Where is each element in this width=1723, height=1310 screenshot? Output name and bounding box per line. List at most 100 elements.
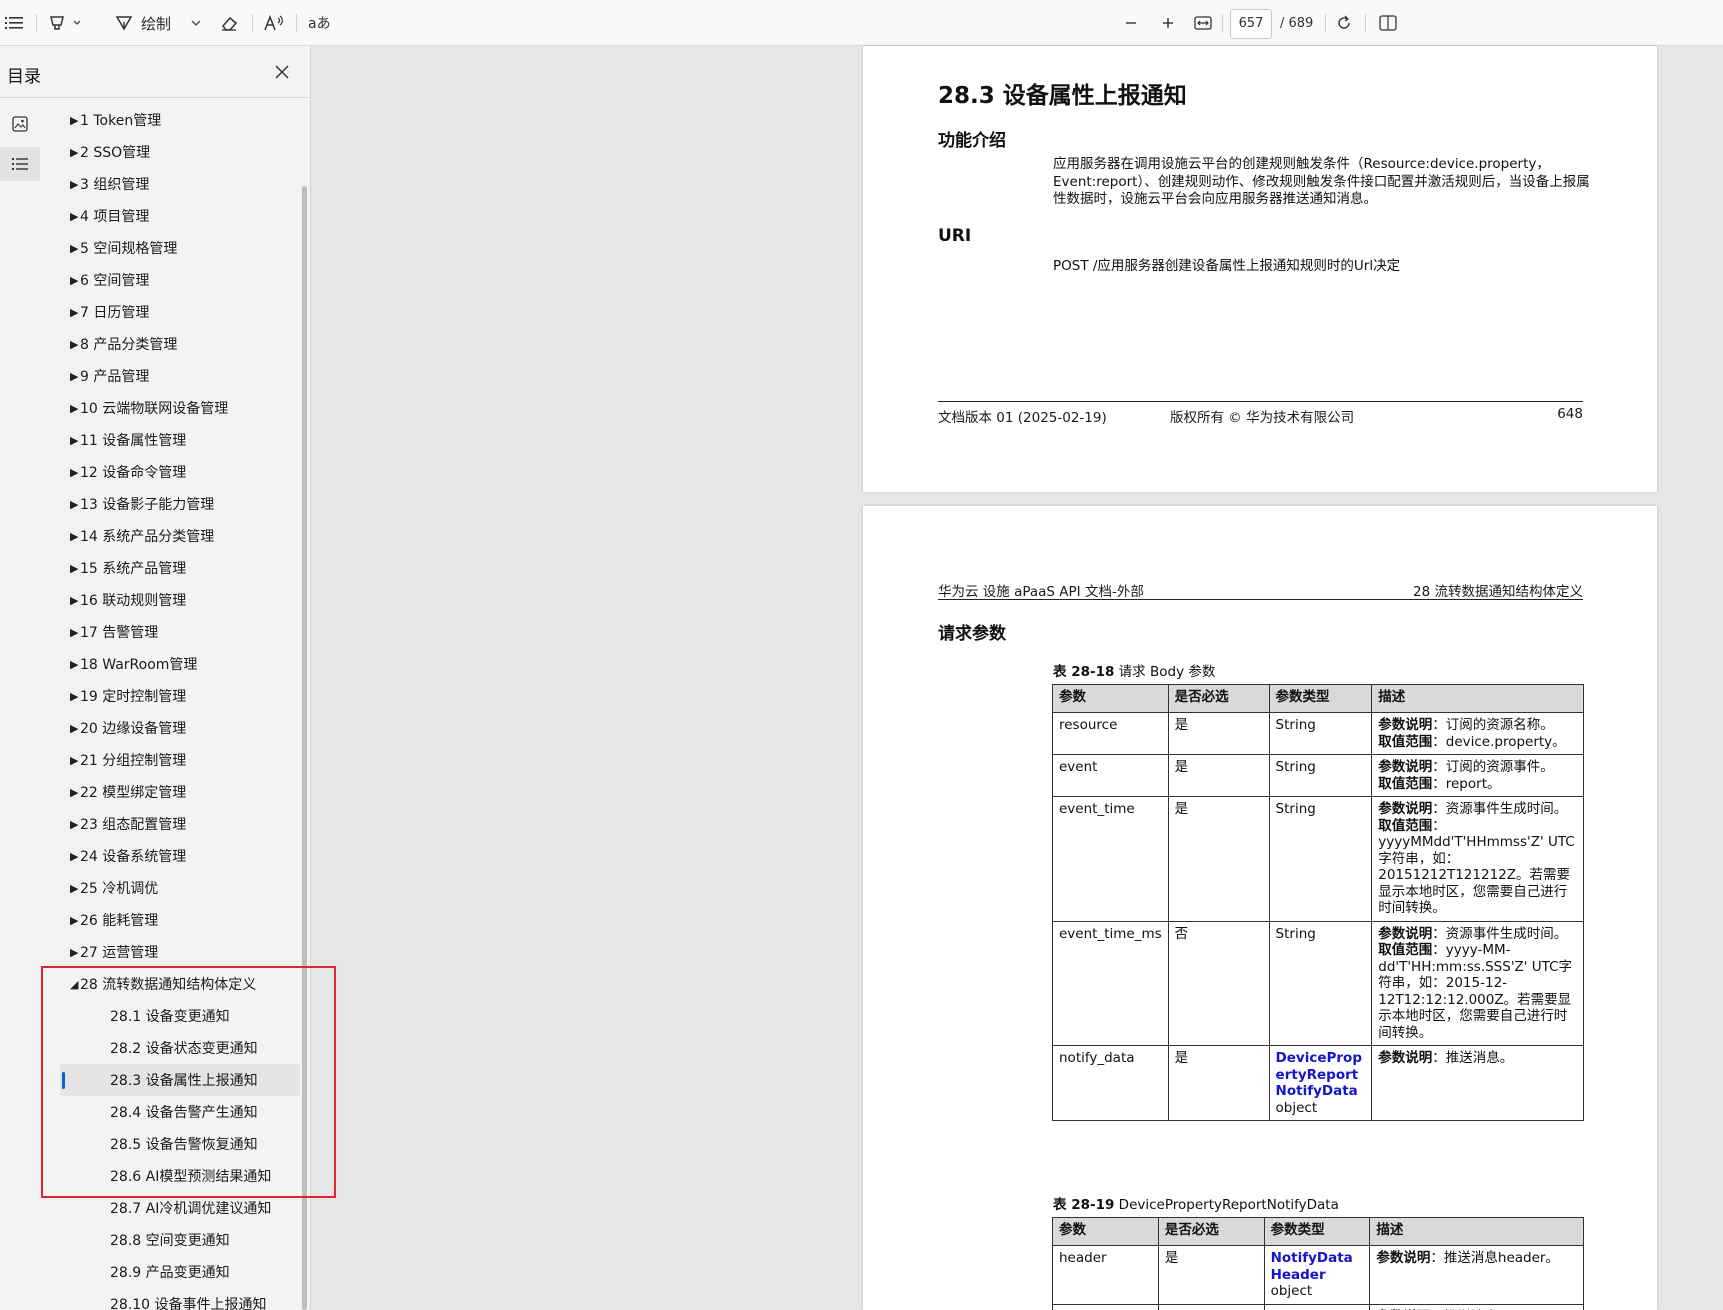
toc-item[interactable]: 28.4 设备告警产生通知 — [60, 1096, 300, 1128]
caret-right-icon[interactable]: ▶ — [60, 562, 80, 575]
caret-right-icon[interactable]: ▶ — [60, 818, 80, 831]
pdf-page-649: 华为云 设施 aPaaS API 文档-外部 28 流转数据通知结构体定义 请求… — [863, 506, 1657, 1310]
caret-right-icon[interactable]: ▶ — [60, 594, 80, 607]
highlight-tool-button[interactable] — [46, 8, 86, 38]
param-name: resource — [1052, 712, 1169, 755]
caret-right-icon[interactable]: ▶ — [60, 274, 80, 287]
caret-down-icon[interactable]: ◢ — [60, 978, 80, 991]
caret-right-icon[interactable]: ▶ — [60, 786, 80, 799]
toc-item-label: 28.10 设备事件上报通知 — [110, 1297, 267, 1310]
column-header: 描述 — [1371, 684, 1584, 713]
toc-item-label: 23 组态配置管理 — [80, 817, 187, 833]
page-view-button[interactable] — [1374, 8, 1402, 38]
type-link[interactable]: NotifyDataHeader — [1271, 1250, 1353, 1283]
toc-item[interactable]: ▶ 9 产品管理 — [60, 360, 300, 392]
toc-item[interactable]: ▶ 11 设备属性管理 — [60, 424, 300, 456]
toc-item-label: 6 空间管理 — [80, 273, 150, 289]
toc-item-label: 28.6 AI模型预测结果通知 — [110, 1169, 272, 1185]
type-link[interactable]: DevicePropertyReportNotifyData — [1276, 1050, 1362, 1099]
close-toc-button[interactable] — [270, 60, 294, 84]
toc-item[interactable]: ▶ 2 SSO管理 — [60, 136, 300, 168]
page-number-input[interactable]: 657 — [1230, 9, 1272, 39]
toc-item[interactable]: 28.2 设备状态变更通知 — [60, 1032, 300, 1064]
toc-item[interactable]: ▶ 21 分组控制管理 — [60, 744, 300, 776]
toc-item[interactable]: 28.6 AI模型预测结果通知 — [60, 1160, 300, 1192]
toc-item[interactable]: ▶ 24 设备系统管理 — [60, 840, 300, 872]
caret-right-icon[interactable]: ▶ — [60, 466, 80, 479]
toc-item-label: 2 SSO管理 — [80, 145, 151, 161]
caret-right-icon[interactable]: ▶ — [60, 434, 80, 447]
caret-right-icon[interactable]: ▶ — [60, 690, 80, 703]
caret-right-icon[interactable]: ▶ — [60, 370, 80, 383]
caret-right-icon[interactable]: ▶ — [60, 242, 80, 255]
caret-right-icon[interactable]: ▶ — [60, 626, 80, 639]
caret-right-icon[interactable]: ▶ — [60, 850, 80, 863]
caret-right-icon[interactable]: ▶ — [60, 754, 80, 767]
toc-item[interactable]: 28.8 空间变更通知 — [60, 1224, 300, 1256]
toc-item[interactable]: 28.3 设备属性上报通知 — [60, 1064, 300, 1096]
caret-right-icon[interactable]: ▶ — [60, 530, 80, 543]
toc-item[interactable]: 28.5 设备告警恢复通知 — [60, 1128, 300, 1160]
caret-right-icon[interactable]: ▶ — [60, 882, 80, 895]
toc-item[interactable]: ▶ 12 设备命令管理 — [60, 456, 300, 488]
toc-item[interactable]: ▶ 23 组态配置管理 — [60, 808, 300, 840]
caret-right-icon[interactable]: ▶ — [60, 146, 80, 159]
param-description: 参数说明：订阅的资源名称。 取值范围：device.property。 — [1371, 712, 1584, 755]
minus-icon — [1126, 22, 1136, 24]
toc-scrollbar[interactable] — [302, 186, 307, 1310]
page-header: 华为云 设施 aPaaS API 文档-外部 28 流转数据通知结构体定义 — [938, 578, 1583, 600]
toc-item[interactable]: ▶ 13 设备影子能力管理 — [60, 488, 300, 520]
toc-item[interactable]: ▶ 1 Token管理 — [60, 104, 300, 136]
zoom-out-button[interactable] — [1118, 8, 1144, 38]
toc-item[interactable]: 28.9 产品变更通知 — [60, 1256, 300, 1288]
toc-item[interactable]: ▶ 19 定时控制管理 — [60, 680, 300, 712]
toc-item[interactable]: ◢ 28 流转数据通知结构体定义 — [60, 968, 300, 1000]
caret-right-icon[interactable]: ▶ — [60, 210, 80, 223]
toc-item[interactable]: ▶ 10 云端物联网设备管理 — [60, 392, 300, 424]
caret-right-icon[interactable]: ▶ — [60, 914, 80, 927]
translate-button[interactable]: aあ — [304, 8, 334, 38]
fit-width-button[interactable] — [1190, 8, 1216, 38]
toc-item[interactable]: ▶ 8 产品分类管理 — [60, 328, 300, 360]
toc-item[interactable]: ▶ 20 边缘设备管理 — [60, 712, 300, 744]
thumbnails-button[interactable] — [0, 107, 40, 141]
draw-tool-button[interactable]: 绘制 — [114, 8, 204, 38]
toc-item-label: 10 云端物联网设备管理 — [80, 401, 229, 417]
toc-toggle-icon[interactable] — [2, 8, 26, 38]
desc-line: 参数说明：推送消息。 — [1378, 1050, 1577, 1067]
toc-item-label: 25 冷机调优 — [80, 881, 159, 897]
toc-item[interactable]: ▶ 17 告警管理 — [60, 616, 300, 648]
param-description: 参数说明：推送消息。 — [1371, 1045, 1584, 1121]
caret-right-icon[interactable]: ▶ — [60, 402, 80, 415]
caret-right-icon[interactable]: ▶ — [60, 338, 80, 351]
toc-item[interactable]: ▶ 25 冷机调优 — [60, 872, 300, 904]
toc-item[interactable]: ▶ 26 能耗管理 — [60, 904, 300, 936]
toc-item[interactable]: ▶ 5 空间规格管理 — [60, 232, 300, 264]
outline-button[interactable] — [0, 147, 40, 181]
toc-item[interactable]: 28.7 AI冷机调优建议通知 — [60, 1192, 300, 1224]
toc-item[interactable]: ▶ 22 模型绑定管理 — [60, 776, 300, 808]
caret-right-icon[interactable]: ▶ — [60, 498, 80, 511]
caret-right-icon[interactable]: ▶ — [60, 114, 80, 127]
caret-right-icon[interactable]: ▶ — [60, 306, 80, 319]
toc-item[interactable]: 28.1 设备变更通知 — [60, 1000, 300, 1032]
toc-item[interactable]: ▶ 6 空间管理 — [60, 264, 300, 296]
caret-right-icon[interactable]: ▶ — [60, 946, 80, 959]
eraser-button[interactable] — [215, 8, 243, 38]
toc-item[interactable]: ▶ 18 WarRoom管理 — [60, 648, 300, 680]
range-line: 取值范围：yyyy-MM-dd'T'HH:mm:ss.SSS'Z' UTC字符串… — [1378, 942, 1577, 1041]
toc-item[interactable]: ▶ 3 组织管理 — [60, 168, 300, 200]
caret-right-icon[interactable]: ▶ — [60, 722, 80, 735]
toc-item[interactable]: ▶ 4 项目管理 — [60, 200, 300, 232]
read-aloud-button[interactable] — [260, 8, 288, 38]
toc-item[interactable]: ▶ 16 联动规则管理 — [60, 584, 300, 616]
caret-right-icon[interactable]: ▶ — [60, 658, 80, 671]
toc-item[interactable]: ▶ 15 系统产品管理 — [60, 552, 300, 584]
toc-item[interactable]: ▶ 14 系统产品分类管理 — [60, 520, 300, 552]
rotate-button[interactable] — [1330, 8, 1358, 38]
zoom-in-button[interactable] — [1155, 8, 1181, 38]
caret-right-icon[interactable]: ▶ — [60, 178, 80, 191]
toc-item[interactable]: ▶ 7 日历管理 — [60, 296, 300, 328]
toc-item[interactable]: 28.10 设备事件上报通知 — [60, 1288, 300, 1310]
toc-item[interactable]: ▶ 27 运营管理 — [60, 936, 300, 968]
